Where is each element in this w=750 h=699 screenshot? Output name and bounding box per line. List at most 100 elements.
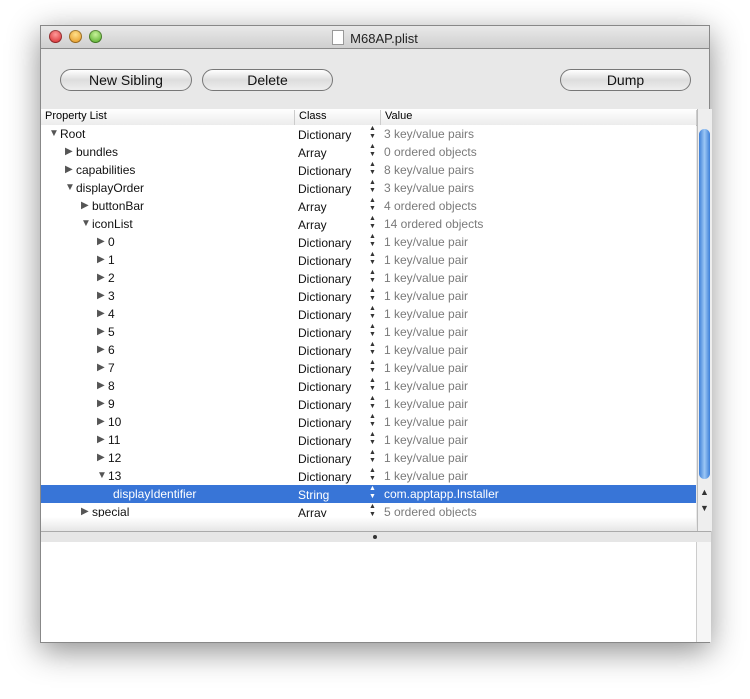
- dump-text-area[interactable]: [41, 542, 711, 642]
- outline-row[interactable]: ▶ 1 Dictionary ▲ ▼ 1 key/value pair: [41, 251, 696, 269]
- row-class[interactable]: Dictionary: [298, 362, 351, 376]
- row-value[interactable]: 1 key/value pair: [384, 343, 468, 357]
- new-sibling-button[interactable]: New Sibling: [60, 69, 192, 91]
- outline-row[interactable]: ▶ 11 Dictionary ▲ ▼ 1 key/value pair: [41, 431, 696, 449]
- disclosure-closed-icon[interactable]: ▶: [97, 308, 105, 319]
- class-stepper-icon[interactable]: ▲ ▼: [369, 503, 376, 517]
- row-class[interactable]: Dictionary: [298, 434, 351, 448]
- class-stepper-icon[interactable]: ▲ ▼: [369, 305, 376, 321]
- row-class[interactable]: Dictionary: [298, 308, 351, 322]
- row-value[interactable]: 1 key/value pair: [384, 379, 468, 393]
- row-class[interactable]: Array: [298, 200, 327, 214]
- disclosure-closed-icon[interactable]: ▶: [97, 362, 105, 373]
- class-stepper-icon[interactable]: ▲ ▼: [369, 449, 376, 465]
- outline-row[interactable]: ▶ 0 Dictionary ▲ ▼ 1 key/value pair: [41, 233, 696, 251]
- row-value[interactable]: 1 key/value pair: [384, 253, 468, 267]
- disclosure-closed-icon[interactable]: ▶: [97, 272, 105, 283]
- row-value[interactable]: 0 ordered objects: [384, 145, 477, 159]
- row-class[interactable]: Array: [298, 218, 327, 232]
- column-property-list[interactable]: Property List: [41, 110, 295, 125]
- row-class[interactable]: Dictionary: [298, 164, 351, 178]
- row-class[interactable]: Dictionary: [298, 470, 351, 484]
- dump-button[interactable]: Dump: [560, 69, 691, 91]
- outline-row[interactable]: ▶ 3 Dictionary ▲ ▼ 1 key/value pair: [41, 287, 696, 305]
- disclosure-closed-icon[interactable]: ▶: [97, 344, 105, 355]
- row-value[interactable]: 1 key/value pair: [384, 415, 468, 429]
- row-value[interactable]: 1 key/value pair: [384, 433, 468, 447]
- class-stepper-icon[interactable]: ▲ ▼: [369, 269, 376, 285]
- delete-button[interactable]: Delete: [202, 69, 333, 91]
- outline-row[interactable]: ▶ 8 Dictionary ▲ ▼ 1 key/value pair: [41, 377, 696, 395]
- row-class[interactable]: Dictionary: [298, 290, 351, 304]
- outline-row[interactable]: ▶ capabilities Dictionary ▲ ▼ 8 key/value pai…: [41, 161, 696, 179]
- row-value[interactable]: 1 key/value pair: [384, 235, 468, 249]
- disclosure-closed-icon[interactable]: ▶: [97, 416, 105, 427]
- disclosure-open-icon[interactable]: ▼: [49, 128, 59, 139]
- row-class[interactable]: Dictionary: [298, 128, 351, 142]
- row-value[interactable]: 4 ordered objects: [384, 199, 477, 213]
- row-class[interactable]: Dictionary: [298, 398, 351, 412]
- outline-row[interactable]: ▶ 4 Dictionary ▲ ▼ 1 key/value pair: [41, 305, 696, 323]
- class-stepper-icon[interactable]: ▲ ▼: [369, 395, 376, 411]
- outline-row[interactable]: ▶ buttonBar Array ▲ ▼ 4 ordered objects: [41, 197, 696, 215]
- class-stepper-icon[interactable]: ▲ ▼: [369, 143, 376, 159]
- disclosure-closed-icon[interactable]: ▶: [97, 434, 105, 445]
- disclosure-closed-icon[interactable]: ▶: [81, 506, 89, 517]
- scroll-thumb[interactable]: [699, 129, 710, 479]
- class-stepper-icon[interactable]: ▲ ▼: [369, 413, 376, 429]
- outline-row[interactable]: ▼ 13 Dictionary ▲ ▼ 1 key/value pair: [41, 467, 696, 485]
- row-value[interactable]: 5 ordered objects: [384, 505, 477, 517]
- row-class[interactable]: Array: [298, 506, 327, 517]
- row-value[interactable]: 1 key/value pair: [384, 451, 468, 465]
- outline-row[interactable]: ▶ 7 Dictionary ▲ ▼ 1 key/value pair: [41, 359, 696, 377]
- row-value[interactable]: 14 ordered objects: [384, 217, 483, 231]
- row-value[interactable]: 3 key/value pairs: [384, 181, 474, 195]
- class-stepper-icon[interactable]: ▲ ▼: [369, 467, 376, 483]
- outline-row[interactable]: ▶ 5 Dictionary ▲ ▼ 1 key/value pair: [41, 323, 696, 341]
- class-stepper-icon[interactable]: ▲ ▼: [369, 125, 376, 141]
- outline-row[interactable]: ▶ 12 Dictionary ▲ ▼ 1 key/value pair: [41, 449, 696, 467]
- outline-row[interactable]: ▶ 9 Dictionary ▲ ▼ 1 key/value pair: [41, 395, 696, 413]
- disclosure-closed-icon[interactable]: ▶: [97, 452, 105, 463]
- row-value[interactable]: 8 key/value pairs: [384, 163, 474, 177]
- class-stepper-icon[interactable]: ▲ ▼: [369, 431, 376, 447]
- class-stepper-icon[interactable]: ▲ ▼: [369, 323, 376, 339]
- disclosure-closed-icon[interactable]: ▶: [97, 380, 105, 391]
- disclosure-closed-icon[interactable]: ▶: [65, 146, 73, 157]
- class-stepper-icon[interactable]: ▲ ▼: [369, 251, 376, 267]
- scroll-up-arrow-icon[interactable]: ▲: [700, 487, 709, 497]
- row-value[interactable]: 1 key/value pair: [384, 289, 468, 303]
- class-stepper-icon[interactable]: ▲ ▼: [369, 359, 376, 375]
- outline-row[interactable]: ▶ bundles Array ▲ ▼ 0 ordered objects: [41, 143, 696, 161]
- scroll-down-arrow-icon[interactable]: ▼: [700, 503, 709, 513]
- outline-row[interactable]: displayIdentifier String ▲ ▼ com.apptapp.Ins…: [41, 485, 696, 503]
- outline-row[interactable]: ▼ iconList Array ▲ ▼ 14 ordered objects: [41, 215, 696, 233]
- row-value[interactable]: 1 key/value pair: [384, 361, 468, 375]
- outline-row[interactable]: ▼ Root Dictionary ▲ ▼ 3 key/value pairs: [41, 125, 696, 143]
- disclosure-closed-icon[interactable]: ▶: [97, 290, 105, 301]
- vertical-scrollbar[interactable]: ▲ ▼: [697, 109, 712, 531]
- disclosure-open-icon[interactable]: ▼: [97, 470, 107, 481]
- text-scrollbar[interactable]: [696, 542, 711, 642]
- column-class[interactable]: Class: [295, 110, 381, 125]
- class-stepper-icon[interactable]: ▲ ▼: [369, 197, 376, 213]
- class-stepper-icon[interactable]: ▲ ▼: [369, 215, 376, 231]
- row-class[interactable]: String: [298, 488, 329, 502]
- row-class[interactable]: Dictionary: [298, 236, 351, 250]
- row-class[interactable]: Dictionary: [298, 254, 351, 268]
- disclosure-closed-icon[interactable]: ▶: [97, 326, 105, 337]
- class-stepper-icon[interactable]: ▲ ▼: [369, 179, 376, 195]
- row-value[interactable]: 1 key/value pair: [384, 325, 468, 339]
- row-value[interactable]: com.apptapp.Installer: [384, 487, 499, 501]
- row-class[interactable]: Dictionary: [298, 416, 351, 430]
- row-class[interactable]: Dictionary: [298, 326, 351, 340]
- row-value[interactable]: 1 key/value pair: [384, 469, 468, 483]
- class-stepper-icon[interactable]: ▲ ▼: [369, 485, 376, 501]
- row-value[interactable]: 1 key/value pair: [384, 307, 468, 321]
- row-class[interactable]: Dictionary: [298, 380, 351, 394]
- row-class[interactable]: Dictionary: [298, 344, 351, 358]
- class-stepper-icon[interactable]: ▲ ▼: [369, 377, 376, 393]
- outline-row[interactable]: ▼ displayOrder Dictionary ▲ ▼ 3 key/value pai…: [41, 179, 696, 197]
- row-class[interactable]: Dictionary: [298, 452, 351, 466]
- disclosure-open-icon[interactable]: ▼: [65, 182, 75, 193]
